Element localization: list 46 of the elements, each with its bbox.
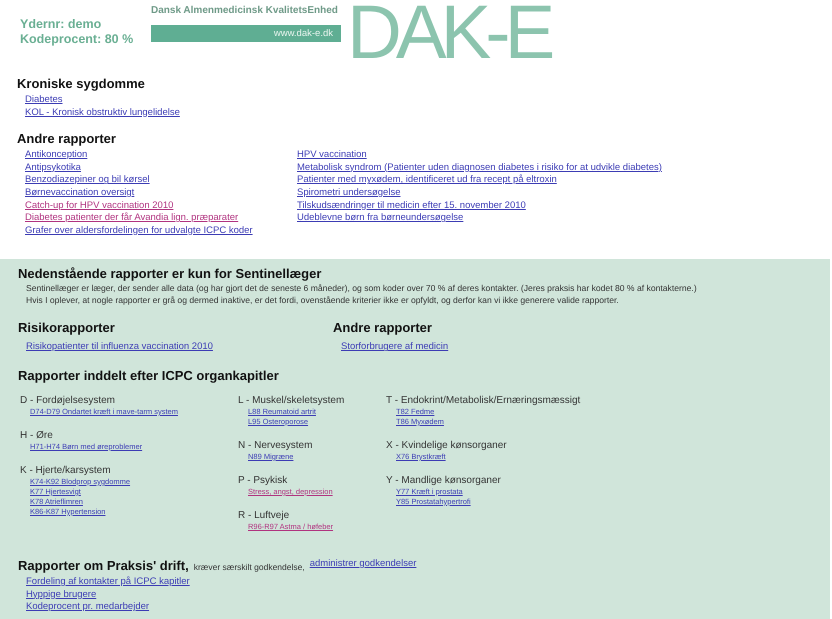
- section-heading: Risikorapporter: [18, 320, 116, 336]
- coding-percentage: Kodeprocent: 80 %: [20, 32, 134, 47]
- section-heading: Rapporter om Praksis' drift,: [18, 558, 189, 574]
- report-link[interactable]: Fordeling af kontakter på ICPC kapitler: [26, 576, 190, 589]
- logo: DAK-E: [347, 0, 550, 66]
- report-link[interactable]: Børnevaccination oversigt: [25, 186, 134, 200]
- section-heading: Kroniske sygdomme: [17, 76, 146, 92]
- report-link[interactable]: Risikopatienter til influenza vaccination 2010: [26, 341, 213, 354]
- chapter-label: T - Endokrint/Metabolisk/Ernæringsmæssigt: [386, 394, 580, 407]
- report-link[interactable]: Spirometri undersøgelse: [297, 186, 400, 200]
- chapter-label: K - Hjerte/karsystem: [20, 464, 112, 477]
- report-link[interactable]: Diabetes: [25, 94, 62, 107]
- chapter-label: L - Muskel/skeletsystem: [238, 394, 346, 407]
- report-link[interactable]: Tilskudsændringer til medicin efter 15. november 2010: [297, 200, 526, 212]
- chapter-label: X - Kvindelige kønsorganer: [386, 438, 508, 452]
- section-heading: Andre rapporter: [333, 320, 433, 336]
- report-link[interactable]: KOL - Kronisk obstruktiv lungelidelse: [25, 106, 180, 120]
- manage-approvals-link[interactable]: administrer godkendelser: [310, 558, 416, 571]
- report-link[interactable]: Storforbrugere af medicin: [341, 341, 448, 354]
- chapter-label: H - Øre: [20, 428, 54, 442]
- report-link[interactable]: Grafer over aldersfordelingen for udvalgte ICPC koder: [25, 224, 253, 238]
- chapter-label: N - Nervesystem: [238, 438, 314, 452]
- report-link[interactable]: Udeblevne børn fra børneundersøgelse: [297, 212, 464, 225]
- section-heading: Rapporter inddelt efter ICPC organkapitler: [18, 368, 280, 384]
- report-link[interactable]: Catch-up for HPV vaccination 2010: [25, 200, 174, 212]
- chapter-label: Y - Mandlige kønsorganer: [386, 474, 502, 487]
- chapter-label: D - Fordøjelsesystem: [20, 394, 116, 407]
- report-link[interactable]: HPV vaccination: [297, 149, 367, 162]
- provider-number: Ydernr: demo: [20, 17, 102, 32]
- chapter-label: P - Psykisk: [238, 474, 288, 487]
- section-heading: Nedenstående rapporter er kun for Sentinellæger: [18, 266, 322, 282]
- info-text: Sentinellæger er læger, der sender alle data (og har gjort det de seneste 6 måneder), og som koder over 70 % af deres kontakter. (Jeres praksis har kodet 80 % af kontakterne.): [26, 282, 698, 294]
- approval-note: kræver særskilt godkendelse,: [194, 562, 305, 572]
- report-link[interactable]: Metabolisk syndrom (Patienter uden diagnosen diabetes i risiko for at udvikle diabetes): [297, 162, 662, 174]
- section-heading: Andre rapporter: [17, 131, 117, 148]
- info-text: Hvis I oplever, at nogle rapporter er grå og dermed inaktive, er det fordi, ovenstående kriterier ikke er opfyldt, og derfor kan vi ikke generere valide rapporter.: [26, 294, 620, 306]
- report-link[interactable]: Benzodiazepiner og bil kørsel: [25, 174, 150, 187]
- chapter-label: R - Luftveje: [238, 508, 290, 522]
- report-link[interactable]: Kodeprocent pr. medarbejder: [26, 601, 150, 614]
- website-bar: www.dak-e.dk: [151, 25, 341, 42]
- report-link[interactable]: Patienter med myxødem, identificeret ud fra recept på eltroxin: [297, 174, 557, 187]
- report-link[interactable]: Hyppige brugere: [26, 588, 96, 602]
- organization-name: Dansk Almenmedicinsk KvalitetsEnhed: [151, 4, 339, 18]
- report-link[interactable]: Antipsykotika: [25, 162, 81, 174]
- report-link[interactable]: Diabetes patienter der får Avandia lign. præparater: [25, 212, 238, 225]
- report-link[interactable]: Antikonception: [25, 149, 88, 162]
